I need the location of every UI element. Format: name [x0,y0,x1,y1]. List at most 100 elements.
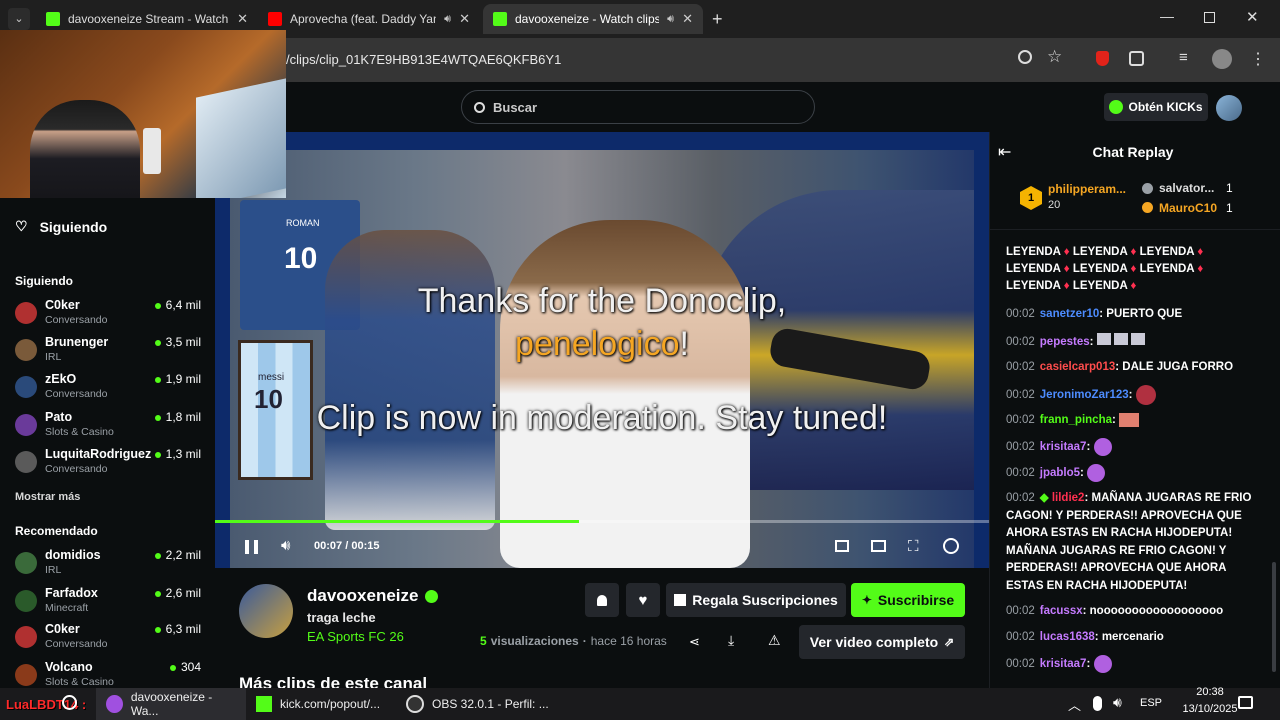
leader-amount: 1 [1226,181,1233,195]
user-avatar[interactable] [1216,95,1242,121]
leyenda-block: LEYENDA ♦ LEYENDA ♦ LEYENDA ♦ LEYENDA ♦ … [1006,244,1256,295]
minimize-button[interactable]: — [1160,8,1174,24]
chat-username[interactable]: facussx [1040,605,1083,617]
browser-tab[interactable]: Aprovecha (feat. Daddy Yankee) 🔊︎ ✕ [258,4,480,34]
language-indicator[interactable]: ESP [1140,697,1162,709]
video-player[interactable]: 10 ROMAN messi 10 Thanks for the Donocli… [215,132,989,568]
close-icon[interactable]: ✕ [459,11,470,27]
channel-name-row[interactable]: davooxeneize [307,586,438,606]
emote-icon [1113,333,1128,345]
channel-name: zEkO [45,372,77,386]
audio-icon[interactable]: 🔊︎ [444,13,451,26]
leader-name[interactable]: philipperam... [1048,182,1126,196]
download-icon[interactable]: ⤓ [728,632,734,649]
channel-row[interactable]: C0ker Conversando 6,3 mil [15,622,205,658]
get-kicks-button[interactable]: Obtén KICKs [1104,93,1208,121]
taskbar-item[interactable]: kick.com/popout/... [246,688,396,720]
settings-icon[interactable] [943,538,959,554]
theater-mode-icon[interactable] [871,540,886,552]
section-title-following: Siguiendo [15,274,73,288]
audio-icon[interactable]: 🔊︎ [667,13,674,26]
chat-message: 00:02 jpablo5: [1006,464,1256,483]
profile-avatar[interactable] [1212,49,1232,69]
emote-icon [1135,385,1156,405]
clip-age: hace 16 horas [590,634,667,648]
channel-row[interactable]: Brunenger IRL 3,5 mil [15,335,205,371]
channel-avatar[interactable] [239,584,293,638]
taskbar-item[interactable]: OBS 32.0.1 - Perfil: ... [396,688,586,720]
leyenda-row: LEYENDA ♦ LEYENDA ♦ LEYENDA ♦ [1006,246,1204,258]
viewer-count: 1,8 mil [155,410,201,424]
full-video-label: Ver video completo [809,634,939,650]
zoom-icon[interactable] [1018,50,1032,64]
channel-name: Volcano [45,660,93,674]
channel-category: Conversando [45,463,108,475]
taskbar-item-label: davooxeneize - Wa... [130,690,213,718]
report-icon[interactable]: ⚠ [768,632,781,649]
channel-row[interactable]: zEkO Conversando 1,9 mil [15,372,205,408]
chat-username[interactable]: sanetzer10 [1040,308,1099,320]
chat-message: 00:02 facussx: noooooooooooooooooo [1006,605,1224,617]
leader-name[interactable]: MauroC10 [1159,201,1217,215]
share-icon[interactable]: ⋖ [689,634,700,650]
search-icon[interactable] [62,695,77,710]
chat-username[interactable]: pepestes [1040,336,1090,348]
volume-icon[interactable]: 🔊︎ [281,537,290,554]
chat-username[interactable]: krisitaa7 [1040,441,1087,453]
gift-subs-button[interactable]: Regala Suscripciones [666,583,846,617]
bookmark-star-icon[interactable]: ☆ [1047,47,1062,67]
channel-category: Slots & Casino [45,676,114,688]
chat-username[interactable]: JeronimoZar123 [1040,389,1129,401]
pip-icon[interactable] [835,540,849,552]
chat-username[interactable]: frann_pincha [1040,414,1112,426]
tab-title: davooxeneize Stream - Watch Live [68,12,229,26]
media-control-icon[interactable]: ≡ [1179,49,1188,66]
browser-tab-active[interactable]: davooxeneize - Watch clips 🔊︎ ✕ [483,4,703,34]
channel-row[interactable]: LuquitaRodriguez Conversando 1,3 mil [15,447,205,483]
taskbar-item[interactable]: davooxeneize - Wa... [96,688,246,720]
tab-list-dropdown[interactable]: ⌄ [8,8,30,30]
extension-shield-icon[interactable] [1096,51,1109,66]
close-window-button[interactable]: ✕ [1246,8,1259,26]
leader-name[interactable]: salvator... [1159,181,1214,195]
new-tab-button[interactable]: + [712,9,723,30]
channel-row[interactable]: C0ker Conversando 6,4 mil [15,298,205,334]
subscribe-button[interactable]: ✦ Suscribirse [851,583,965,617]
show-more-link[interactable]: Mostrar más [15,491,80,503]
close-icon[interactable]: ✕ [237,11,248,27]
viewer-count: 3,5 mil [155,335,201,349]
sidebar-item-label: Siguiendo [39,218,108,235]
channel-row[interactable]: Pato Slots & Casino 1,8 mil [15,410,205,446]
volume-icon[interactable]: 🔊︎ [1113,694,1122,711]
notifications-icon[interactable] [1238,696,1253,709]
clock-time[interactable]: 20:38 [1182,686,1238,698]
close-icon[interactable]: ✕ [682,11,693,27]
menu-kebab-icon[interactable]: ⋮ [1250,49,1266,69]
chat-username[interactable]: lildie2 [1052,492,1085,504]
tray-chevron-icon[interactable]: ︿ [1068,695,1081,714]
chat-username[interactable]: lucas1638 [1040,631,1095,643]
viewer-count: 2,6 mil [155,586,201,600]
fullscreen-icon[interactable]: ⛶ [908,538,919,555]
search-input[interactable]: Buscar [461,90,815,124]
section-title-recommended: Recomendado [15,524,98,538]
full-video-button[interactable]: Ver video completo ⇗ [799,625,965,659]
chat-scrollbar[interactable] [1272,562,1276,672]
sidebar-item-following[interactable]: ♡ Siguiendo [15,218,107,235]
follow-button[interactable]: ♥ [626,583,660,617]
category-link[interactable]: EA Sports FC 26 [307,629,404,644]
time-total: 00:15 [351,540,380,552]
notifications-button[interactable] [585,583,619,617]
pause-icon[interactable] [245,540,258,554]
chat-username[interactable]: krisitaa7 [1040,658,1087,670]
chat-username[interactable]: casielcarp013 [1040,361,1115,373]
extensions-puzzle-icon[interactable] [1129,51,1144,66]
progress-track[interactable] [215,520,989,523]
chat-username[interactable]: jpablo5 [1040,467,1080,479]
channel-row[interactable]: domidios IRL 2,2 mil [15,548,205,584]
browser-app-icon [106,695,123,713]
restore-button[interactable] [1204,12,1215,23]
microphone-icon[interactable] [1093,696,1102,711]
url-field[interactable]: /clips/clip_01K7E9HB913E4WTQAE6QKFB6Y1 [286,52,561,67]
channel-row[interactable]: Farfadox Minecraft 2,6 mil [15,586,205,622]
